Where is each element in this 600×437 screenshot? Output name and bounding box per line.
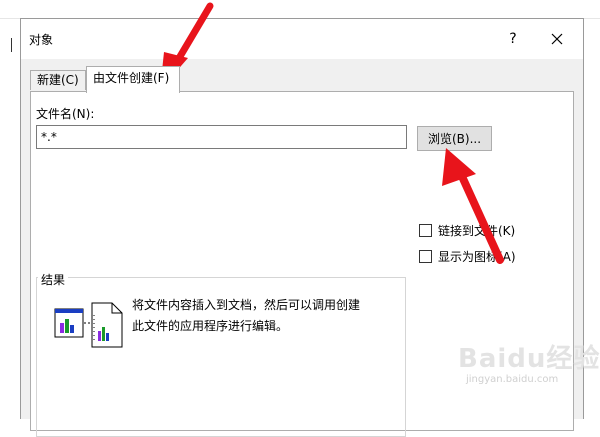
tab-create-from-file[interactable]: 由文件创建(F) xyxy=(86,66,180,93)
display-icon-label: 显示为图标(A) xyxy=(438,250,516,264)
result-description: 将文件内容插入到文档，然后可以调用创建此文件的应用程序进行编辑。 xyxy=(132,298,361,333)
title-bar: 对象 ? xyxy=(21,19,583,59)
result-label: 结果 xyxy=(38,271,69,288)
link-checkbox[interactable] xyxy=(419,224,432,237)
filename-label: 文件名(N): xyxy=(36,107,95,121)
close-button[interactable] xyxy=(547,29,567,49)
icon-checkbox[interactable] xyxy=(419,250,432,263)
link-to-file-option[interactable]: 链接到文件(K) xyxy=(419,222,515,239)
text-cursor xyxy=(11,38,12,52)
filename-input[interactable] xyxy=(36,125,407,149)
browse-button[interactable]: 浏览(B)... xyxy=(417,126,492,151)
watermark-url: jingyan.baidu.com xyxy=(466,374,559,385)
watermark-brand: Baidu经验 xyxy=(458,344,600,374)
help-button[interactable]: ? xyxy=(503,29,523,49)
display-as-icon-option[interactable]: 显示为图标(A) xyxy=(419,248,516,265)
tab-new[interactable]: 新建(C) xyxy=(30,70,86,90)
embed-file-icon xyxy=(54,301,124,361)
dialog-title: 对象 xyxy=(29,33,54,47)
link-label: 链接到文件(K) xyxy=(438,224,516,238)
baidu-watermark: Baidu经验 jingyan.baidu.com xyxy=(458,326,600,396)
close-icon xyxy=(551,33,563,45)
